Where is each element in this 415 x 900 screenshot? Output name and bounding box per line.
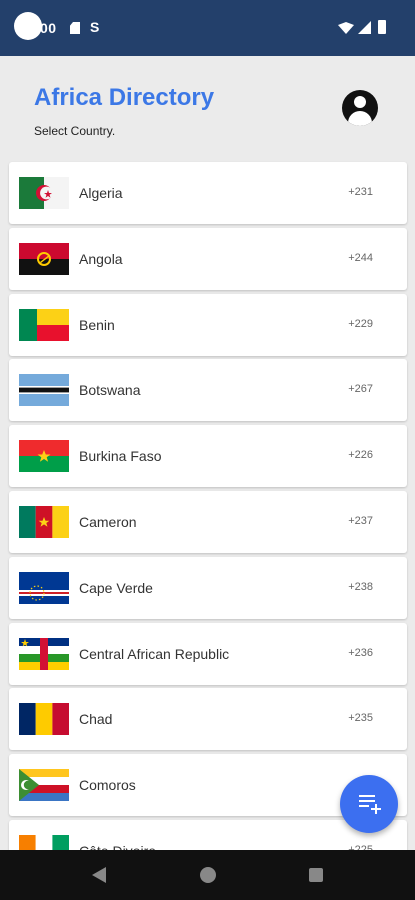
country-list: Algeria +231 Angola +244 Benin +229 Botswana +2…: [9, 162, 407, 886]
country-row-chad[interactable]: Chad +235: [9, 688, 407, 751]
chad-flag-icon: [19, 703, 69, 736]
recents-icon[interactable]: [309, 868, 323, 882]
country-row-burkina-faso[interactable]: Burkina Faso +226: [9, 425, 407, 488]
cape-verde-flag-icon: [19, 571, 69, 604]
sd-card-icon: [70, 22, 80, 34]
profile-button[interactable]: [342, 90, 378, 126]
home-icon[interactable]: [200, 867, 216, 883]
country-name: Botswana: [79, 382, 141, 399]
country-row-cape-verde[interactable]: Cape Verde +238: [9, 556, 407, 619]
page-subtitle: Select Country.: [34, 124, 116, 138]
wifi-icon: [338, 22, 354, 34]
country-row-cameroon[interactable]: Cameron +237: [9, 490, 407, 553]
country-name: Central African Republic: [79, 645, 230, 662]
country-name: Comoros: [79, 777, 136, 794]
battery-icon: [378, 20, 386, 34]
add-to-queue-button[interactable]: [340, 775, 398, 833]
dial-code: +237: [348, 514, 373, 527]
dial-code: +267: [348, 383, 373, 396]
country-row-angola[interactable]: Angola +244: [9, 227, 407, 290]
country-row-botswana[interactable]: Botswana +267: [9, 359, 407, 422]
country-name: Cape Verde: [79, 579, 153, 596]
dial-code: +235: [348, 712, 373, 725]
botswana-flag-icon: [19, 374, 69, 407]
comoros-flag-icon: [19, 769, 69, 802]
s-icon: S: [90, 19, 100, 35]
dial-code: +244: [348, 251, 373, 264]
back-icon[interactable]: [92, 867, 106, 883]
app-screen: 00 S Africa Directory Select Country. Al…: [0, 0, 415, 900]
dial-code: +226: [348, 449, 373, 462]
burkina-faso-flag-icon: [19, 440, 69, 473]
signal-icon: [358, 21, 371, 34]
navigation-bar: [0, 850, 415, 900]
country-row-benin[interactable]: Benin +229: [9, 293, 407, 356]
country-name: Cameron: [79, 513, 137, 530]
central-african-republic-flag-icon: [19, 637, 69, 670]
dial-code: +229: [348, 317, 373, 330]
page-title: Africa Directory: [34, 84, 215, 111]
status-time: 00: [40, 20, 57, 36]
country-name: Burkina Faso: [79, 448, 162, 465]
country-name: Chad: [79, 711, 113, 728]
country-name: Algeria: [79, 185, 123, 201]
country-name: Benin: [79, 316, 115, 333]
dial-code: +238: [348, 580, 373, 593]
dial-code: +236: [348, 646, 373, 659]
country-row-algeria[interactable]: Algeria +231: [9, 162, 407, 224]
dial-code: +231: [348, 186, 373, 198]
cameroon-flag-icon: [19, 505, 69, 538]
status-bar: 00 S: [0, 0, 415, 56]
country-row-central-african-republic[interactable]: Central African Republic +236: [9, 622, 407, 685]
camera-cutout: [14, 12, 42, 40]
header: Africa Directory Select Country.: [0, 56, 415, 160]
country-name: Angola: [79, 250, 123, 267]
benin-flag-icon: [19, 308, 69, 341]
angola-flag-icon: [19, 242, 69, 275]
algeria-flag-icon: [19, 177, 69, 209]
